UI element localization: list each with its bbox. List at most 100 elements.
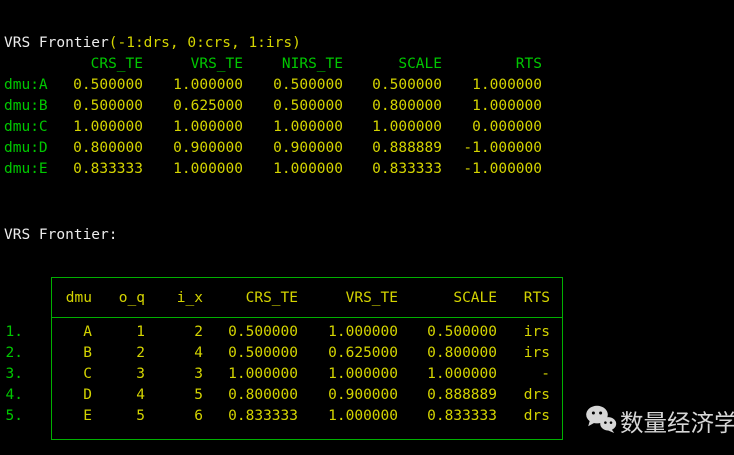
cell-vrs-te: 0.900000 — [328, 387, 398, 403]
cell-oq: 1 — [136, 324, 145, 340]
cell-scale: 0.800000 — [372, 98, 442, 114]
cell-scale: 0.888889 — [372, 140, 442, 156]
cell-rts: 0.000000 — [472, 119, 542, 135]
cell-ix: 6 — [194, 408, 203, 424]
column-header-vrs-te: VRS_TE — [345, 289, 398, 306]
frontier-detail-table: dmu o_q i_x CRS_TE VRS_TE SCALE RTS A 1 … — [51, 277, 563, 440]
cell-crs-te: 0.800000 — [73, 140, 143, 156]
cell-ix: 3 — [194, 366, 203, 382]
cell-nirs-te: 0.900000 — [273, 140, 343, 156]
cell-dmu: E — [83, 408, 92, 424]
terminal-screen: VRS Frontier(-1:drs, 0:crs, 1:irs) CRS_T… — [0, 0, 734, 455]
cell-vrs-te: 1.000000 — [173, 161, 243, 177]
row-number: 4. — [5, 387, 23, 403]
cell-vrs-te: 1.000000 — [328, 366, 398, 382]
row-numbers: 1. 2. 3. 4. 5. — [4, 322, 23, 427]
table-row: dmu:D 0.800000 0.900000 0.900000 0.88888… — [4, 138, 542, 159]
cell-crs-te: 0.500000 — [228, 324, 298, 340]
cell-scale: 0.500000 — [372, 77, 442, 93]
cell-rts: 1.000000 — [472, 98, 542, 114]
cell-rts: drs — [523, 408, 550, 424]
cell-rts: drs — [523, 387, 550, 403]
cell-vrs-te: 1.000000 — [328, 324, 398, 340]
table-row: C 3 3 1.000000 1.000000 1.000000 - — [52, 364, 562, 385]
column-header-vrs-te: VRS_TE — [190, 56, 243, 72]
watermark-label: 数量经济学 — [620, 409, 734, 437]
column-header-rts: RTS — [515, 56, 542, 72]
cell-vrs-te: 0.625000 — [328, 345, 398, 361]
detail-header-row: dmu o_q i_x CRS_TE VRS_TE SCALE RTS — [52, 278, 562, 318]
cell-vrs-te: 1.000000 — [173, 119, 243, 135]
cell-ix: 4 — [194, 345, 203, 361]
cell-vrs-te: 0.900000 — [173, 140, 243, 156]
cell-vrs-te: 1.000000 — [173, 77, 243, 93]
cell-crs-te: 1.000000 — [73, 119, 143, 135]
table-row: dmu:E 0.833333 1.000000 1.000000 0.83333… — [4, 159, 542, 180]
section2-title: VRS Frontier: — [4, 227, 118, 243]
column-header-rts: RTS — [523, 289, 550, 306]
cell-scale: 0.500000 — [427, 324, 497, 340]
cell-nirs-te: 0.500000 — [273, 98, 343, 114]
cell-ix: 5 — [194, 387, 203, 403]
table-row: dmu:B 0.500000 0.625000 0.500000 0.80000… — [4, 96, 542, 117]
section1-title-prefix: VRS Frontier — [4, 35, 109, 51]
section1-title-args: (-1:drs, 0:crs, 1:irs) — [108, 35, 301, 51]
row-label: dmu:A — [4, 77, 48, 93]
cell-crs-te: 0.833333 — [73, 161, 143, 177]
wechat-icon — [585, 404, 617, 438]
column-header-ix: i_x — [176, 289, 203, 306]
cell-vrs-te: 0.625000 — [173, 98, 243, 114]
cell-crs-te: 0.500000 — [228, 345, 298, 361]
summary-header-row: CRS_TE VRS_TE NIRS_TE SCALE RTS — [4, 54, 542, 75]
row-label: dmu:C — [4, 119, 48, 135]
cell-scale: 0.888889 — [427, 387, 497, 403]
cell-ix: 2 — [194, 324, 203, 340]
cell-nirs-te: 0.500000 — [273, 77, 343, 93]
cell-nirs-te: 1.000000 — [273, 119, 343, 135]
cell-scale: 0.800000 — [427, 345, 497, 361]
row-number: 1. — [5, 324, 23, 340]
cell-rts: irs — [523, 324, 550, 340]
cell-dmu: D — [83, 387, 92, 403]
cell-crs-te: 0.500000 — [73, 77, 143, 93]
cell-crs-te: 0.833333 — [228, 408, 298, 424]
row-label: dmu:E — [4, 161, 48, 177]
cell-crs-te: 0.800000 — [228, 387, 298, 403]
cell-dmu: A — [83, 324, 92, 340]
column-header-oq: o_q — [118, 289, 145, 306]
table-row: dmu:A 0.500000 1.000000 0.500000 0.50000… — [4, 75, 542, 96]
section1-title: VRS Frontier(-1:drs, 0:crs, 1:irs) — [4, 33, 301, 54]
cell-rts: - — [541, 366, 550, 382]
cell-scale: 0.833333 — [372, 161, 442, 177]
cell-dmu: B — [83, 345, 92, 361]
column-header-nirs-te: NIRS_TE — [281, 56, 343, 72]
column-header-scale: SCALE — [453, 289, 497, 306]
cell-oq: 3 — [136, 366, 145, 382]
row-number: 3. — [5, 366, 23, 382]
cell-scale: 1.000000 — [372, 119, 442, 135]
cell-vrs-te: 1.000000 — [328, 408, 398, 424]
table-row: dmu:C 1.000000 1.000000 1.000000 1.00000… — [4, 117, 542, 138]
cell-scale: 1.000000 — [427, 366, 497, 382]
cell-dmu: C — [83, 366, 92, 382]
frontier-summary-table: CRS_TE VRS_TE NIRS_TE SCALE RTS dmu:A 0.… — [4, 54, 542, 180]
detail-table-body: A 1 2 0.500000 1.000000 0.500000 irs B 2… — [52, 318, 562, 427]
row-number: 2. — [5, 345, 23, 361]
row-label: dmu:D — [4, 140, 48, 156]
cell-rts: -1.000000 — [463, 140, 542, 156]
table-row: A 1 2 0.500000 1.000000 0.500000 irs — [52, 322, 562, 343]
row-label: dmu:B — [4, 98, 48, 114]
summary-header-spacer — [4, 54, 54, 75]
cell-oq: 4 — [136, 387, 145, 403]
watermark: 数量经济学 — [585, 404, 734, 438]
column-header-dmu: dmu — [65, 289, 92, 306]
cell-nirs-te: 1.000000 — [273, 161, 343, 177]
table-row: B 2 4 0.500000 0.625000 0.800000 irs — [52, 343, 562, 364]
cell-crs-te: 1.000000 — [228, 366, 298, 382]
column-header-crs-te: CRS_TE — [245, 289, 298, 306]
table-row: D 4 5 0.800000 0.900000 0.888889 drs — [52, 385, 562, 406]
cell-rts: -1.000000 — [463, 161, 542, 177]
cell-rts: irs — [523, 345, 550, 361]
row-number: 5. — [5, 408, 23, 424]
cell-crs-te: 0.500000 — [73, 98, 143, 114]
